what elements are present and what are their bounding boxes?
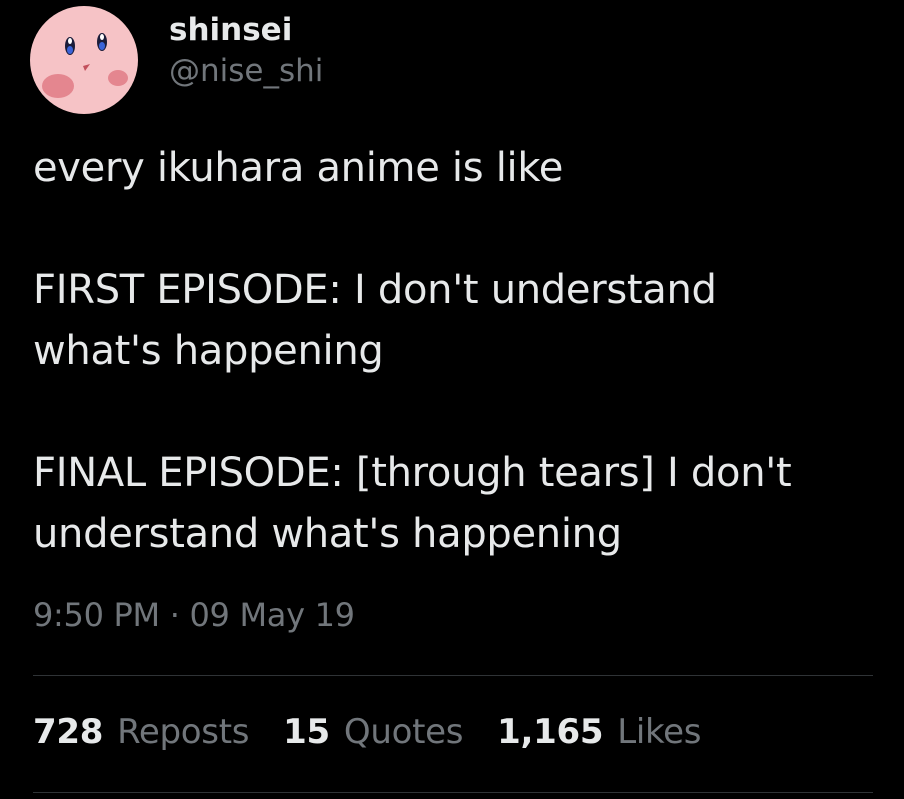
tweet-text-line: FIRST EPISODE: I don't understand [33, 267, 717, 313]
reposts-count: 728 [33, 712, 104, 752]
user-handle[interactable]: @nise_shi [169, 51, 323, 91]
tweet-text-line: what's happening [33, 328, 384, 374]
reposts-label: Reposts [117, 712, 250, 752]
tweet-container: shinsei @nise_shi every ikuhara anime is… [0, 0, 904, 799]
likes-label: Likes [617, 712, 702, 752]
tweet-text-line: every ikuhara anime is like [33, 145, 564, 191]
quotes-stat[interactable]: 15 Quotes [283, 712, 463, 752]
reposts-stat[interactable]: 728 Reposts [33, 712, 249, 752]
likes-count: 1,165 [497, 712, 604, 752]
tweet-stats: 728 Reposts 15 Quotes 1,165 Likes [33, 712, 735, 752]
divider [33, 792, 873, 793]
tweet-header: shinsei @nise_shi [30, 6, 323, 114]
tweet-timestamp[interactable]: 9:50 PM · 09 May 19 [33, 596, 355, 634]
user-names: shinsei @nise_shi [169, 9, 323, 91]
tweet-text-line: understand what's happening [33, 511, 622, 557]
pink-round-face-icon [30, 6, 138, 114]
tweet-body: every ikuhara anime is like FIRST EPISOD… [33, 138, 883, 565]
likes-stat[interactable]: 1,165 Likes [497, 712, 701, 752]
tweet-text-line: FINAL EPISODE: [through tears] I don't [33, 450, 792, 496]
quotes-label: Quotes [343, 712, 464, 752]
display-name[interactable]: shinsei [169, 9, 323, 51]
quotes-count: 15 [283, 712, 330, 752]
avatar[interactable] [30, 6, 138, 114]
divider [33, 675, 873, 676]
